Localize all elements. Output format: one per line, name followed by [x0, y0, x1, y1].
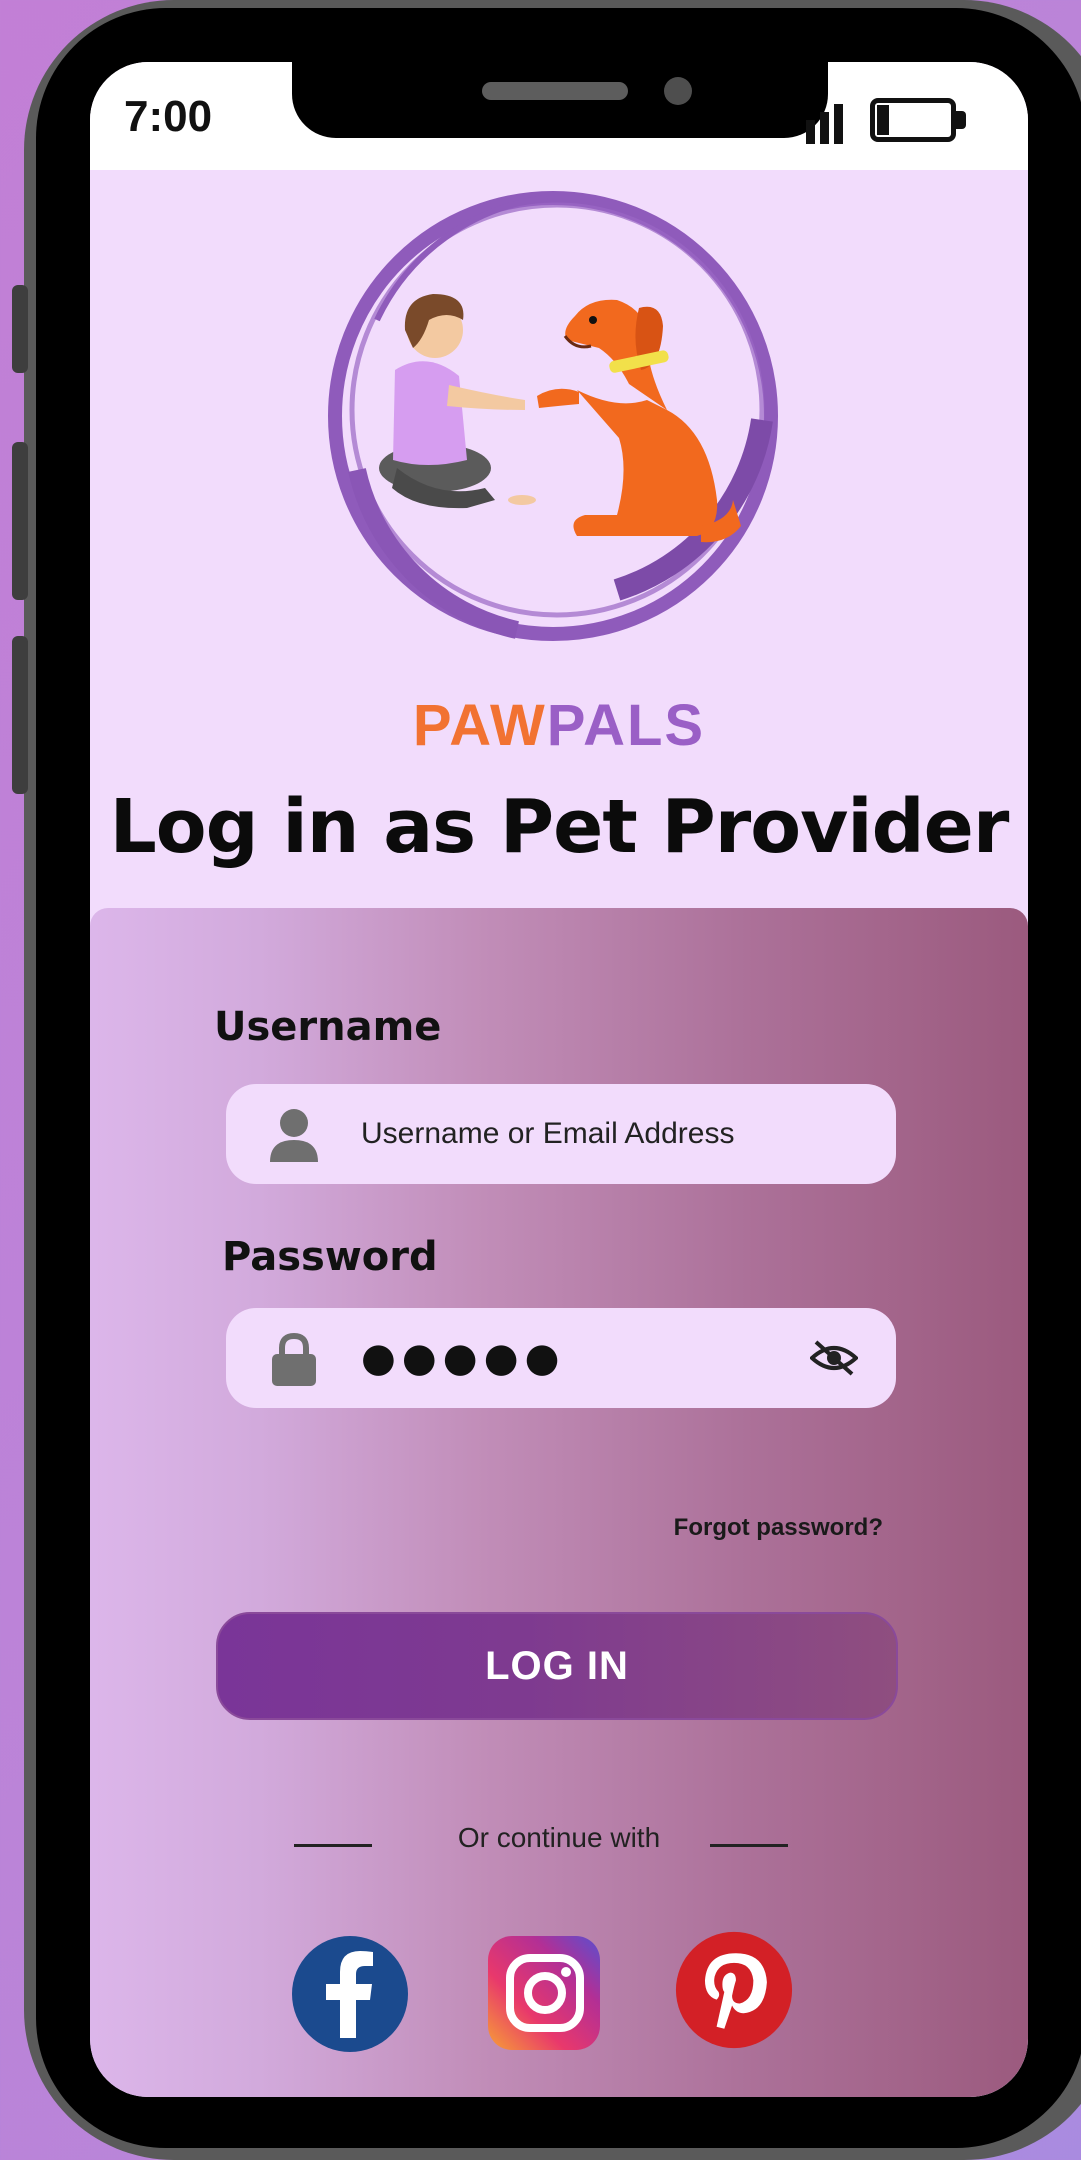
facebook-icon[interactable]	[290, 1934, 410, 2054]
login-button[interactable]: LOG IN	[216, 1612, 898, 1720]
divider-text: Or continue with	[457, 1822, 661, 1853]
front-camera	[664, 77, 692, 105]
status-bar: 7:00	[90, 62, 1028, 170]
brand-pals: PALS	[546, 693, 706, 758]
password-field[interactable]: ●●●●●	[226, 1308, 896, 1408]
speaker	[482, 82, 628, 100]
brand-paw: PAW	[412, 693, 547, 758]
login-panel: Username Username or Email Address Passw…	[90, 908, 1028, 2097]
forgot-password-link[interactable]: Forgot password?	[674, 1514, 883, 1542]
app-screen: 7:00 PAWPALS Log in as Pet Provider User…	[90, 62, 1028, 2097]
page-title: Log in as Pet Provider	[109, 784, 1010, 870]
instagram-icon[interactable]	[486, 1934, 606, 2054]
username-placeholder: Username or Email Address	[361, 1117, 735, 1150]
hero-illustration	[328, 191, 778, 641]
user-icon	[270, 1109, 318, 1162]
password-value: ●●●●●	[361, 1335, 566, 1381]
status-time: 7:00	[124, 92, 213, 141]
pinterest-icon[interactable]	[674, 1930, 794, 2050]
volume-up-button	[12, 442, 28, 600]
lock-icon	[272, 1332, 316, 1386]
signal-icon	[806, 104, 843, 144]
username-field[interactable]: Username or Email Address	[226, 1084, 896, 1184]
volume-down-button	[12, 636, 28, 794]
mute-switch	[12, 285, 28, 373]
divider-right	[710, 1844, 788, 1847]
brand-logo: PAWPALS	[90, 692, 1028, 759]
username-label: Username	[214, 1004, 442, 1050]
battery-icon	[870, 98, 966, 142]
notch	[292, 62, 828, 138]
eye-slash-icon[interactable]	[810, 1338, 858, 1378]
password-label: Password	[222, 1234, 438, 1280]
